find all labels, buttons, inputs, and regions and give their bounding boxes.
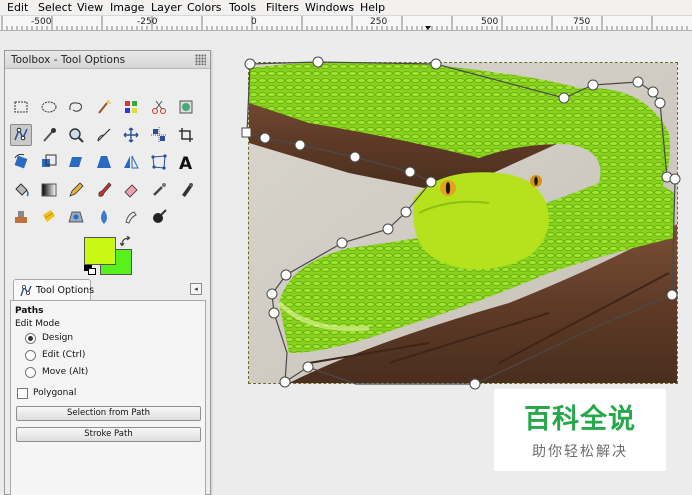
scissors-icon[interactable] xyxy=(148,96,170,118)
cage-icon[interactable] xyxy=(148,151,170,173)
ellipse-select-icon[interactable] xyxy=(38,96,60,118)
foreground-color-swatch[interactable] xyxy=(84,237,116,265)
menu-filters[interactable]: Filters xyxy=(266,1,299,15)
tool-options-panel: Paths Edit Mode Design Edit (Ctrl) Move … xyxy=(10,300,206,495)
text-icon[interactable]: A xyxy=(175,151,197,173)
tab-tool-options[interactable]: Tool Options xyxy=(13,279,95,301)
edit-mode-label: Edit Mode xyxy=(15,319,60,329)
svg-text:A: A xyxy=(179,154,193,171)
menu-select[interactable]: Select xyxy=(38,1,72,15)
blur-icon[interactable] xyxy=(93,206,115,228)
stroke-path-button[interactable]: Stroke Path xyxy=(16,427,201,442)
rotate-icon[interactable] xyxy=(10,151,32,173)
menu-view[interactable]: View xyxy=(77,1,103,15)
radio-design[interactable] xyxy=(25,333,36,344)
radio-move[interactable] xyxy=(25,367,36,378)
ink-icon[interactable] xyxy=(175,179,197,201)
perspective-clone-icon[interactable] xyxy=(65,206,87,228)
menu-help[interactable]: Help xyxy=(360,1,385,15)
watermark-subtitle: 助你轻松解决 xyxy=(532,444,628,460)
tab-strip: Tool Options ◂ xyxy=(10,277,206,301)
tab-menu-button[interactable]: ◂ xyxy=(190,283,202,295)
foreground-select-icon[interactable] xyxy=(175,96,197,118)
ruler-label: 750 xyxy=(573,17,591,27)
rect-select-icon[interactable] xyxy=(10,96,32,118)
menu-image[interactable]: Image xyxy=(110,1,144,15)
toolbox-title: Toolbox - Tool Options xyxy=(11,54,126,66)
smudge-icon[interactable] xyxy=(120,206,142,228)
image-canvas[interactable] xyxy=(248,62,678,384)
ruler-label: -500 xyxy=(31,17,52,27)
select-by-color-icon[interactable] xyxy=(120,96,142,118)
scale-icon[interactable] xyxy=(38,151,60,173)
polygonal-label: Polygonal xyxy=(33,388,77,398)
selection-from-path-button[interactable]: Selection from Path xyxy=(16,406,201,421)
pencil-icon[interactable] xyxy=(65,179,87,201)
paths-icon xyxy=(20,284,32,297)
eraser-icon[interactable] xyxy=(120,179,142,201)
blend-icon[interactable] xyxy=(38,179,60,201)
snake-photo xyxy=(249,63,677,383)
watermark-title: 百科全说 xyxy=(524,404,636,435)
airbrush-icon[interactable] xyxy=(148,179,170,201)
ruler-label: 500 xyxy=(481,17,499,27)
color-picker-icon[interactable] xyxy=(38,124,60,146)
crop-icon[interactable] xyxy=(175,124,197,146)
radio-edit-label: Edit (Ctrl) xyxy=(42,350,86,360)
radio-move-label: Move (Alt) xyxy=(42,367,89,377)
menu-edit[interactable]: Edit xyxy=(7,1,28,15)
align-icon[interactable] xyxy=(148,124,170,146)
menu-windows[interactable]: Windows xyxy=(305,1,354,15)
zoom-icon[interactable] xyxy=(65,124,87,146)
heal-icon[interactable] xyxy=(38,206,60,228)
measure-icon[interactable] xyxy=(93,124,115,146)
radio-edit[interactable] xyxy=(25,350,36,361)
reset-colors-icon[interactable] xyxy=(84,264,96,275)
free-select-icon[interactable] xyxy=(65,96,87,118)
paths-section-title: Paths xyxy=(15,306,44,316)
bucket-fill-icon[interactable] xyxy=(10,179,32,201)
ruler-pointer-icon xyxy=(425,26,431,30)
toolbox-titlebar[interactable]: Toolbox - Tool Options xyxy=(5,51,210,69)
paths-icon[interactable] xyxy=(10,123,32,146)
ruler-label: -250 xyxy=(137,17,158,27)
paintbrush-icon[interactable] xyxy=(93,179,115,201)
perspective-icon[interactable] xyxy=(93,151,115,173)
polygonal-checkbox[interactable] xyxy=(17,388,28,399)
swap-colors-icon[interactable] xyxy=(120,236,132,247)
radio-design-label: Design xyxy=(42,333,74,343)
fuzzy-select-icon[interactable] xyxy=(93,96,115,118)
dodge-burn-icon[interactable] xyxy=(148,206,170,228)
grip-icon[interactable] xyxy=(195,54,206,65)
ruler-label: 250 xyxy=(370,17,388,27)
move-icon[interactable] xyxy=(120,124,142,146)
shear-icon[interactable] xyxy=(65,151,87,173)
watermark: 百科全说 助你轻松解决 xyxy=(494,389,666,471)
clone-icon[interactable] xyxy=(10,206,32,228)
tab-label: Tool Options xyxy=(36,285,95,296)
ruler-label: 0 xyxy=(251,17,257,27)
horizontal-ruler[interactable]: -500 -250 0 250 500 750 xyxy=(0,16,692,31)
menu-layer[interactable]: Layer xyxy=(151,1,182,15)
menu-tools[interactable]: Tools xyxy=(229,1,256,15)
menu-colors[interactable]: Colors xyxy=(187,1,221,15)
flip-icon[interactable] xyxy=(120,151,142,173)
menu-bar: Edit Select View Image Layer Colors Tool… xyxy=(0,0,692,16)
